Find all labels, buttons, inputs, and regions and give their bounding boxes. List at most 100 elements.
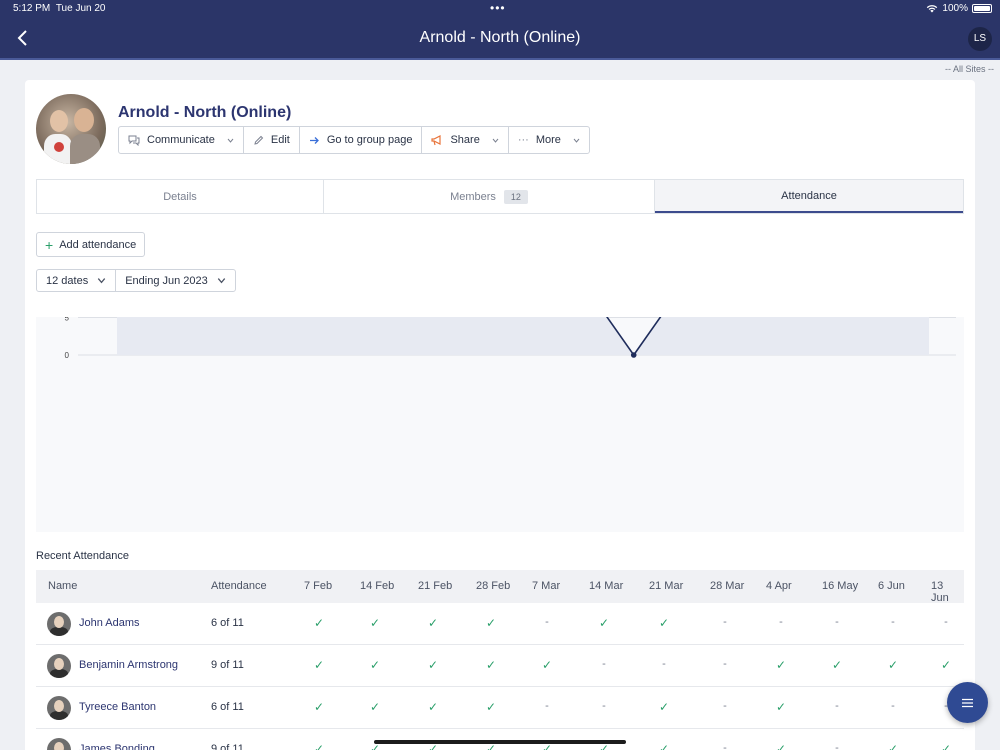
present-check-icon: ✓ <box>831 658 843 672</box>
chevron-down-icon <box>573 138 580 143</box>
user-avatar[interactable]: LS <box>968 27 992 51</box>
tab-members[interactable]: Members 12 <box>324 180 655 213</box>
nav-bar: Arnold - North (Online) LS <box>0 18 1000 60</box>
present-check-icon: ✓ <box>313 742 325 750</box>
status-time: 5:12 PM Tue Jun 20 <box>13 3 106 14</box>
header-attendance: Attendance <box>211 580 267 592</box>
tab-details-label: Details <box>163 190 197 203</box>
edit-button[interactable]: Edit <box>244 127 300 153</box>
tab-attendance[interactable]: Attendance <box>655 180 963 213</box>
recent-attendance-title: Recent Attendance <box>36 550 129 562</box>
pencil-icon <box>254 135 264 145</box>
header-date: 21 Feb <box>418 580 453 592</box>
present-check-icon: ✓ <box>313 658 325 672</box>
tab-attendance-label: Attendance <box>781 189 837 202</box>
absent-dash: - <box>891 616 895 628</box>
present-check-icon: ✓ <box>658 616 670 630</box>
absent-dash: - <box>723 742 727 750</box>
group-photo <box>36 94 106 164</box>
home-indicator[interactable] <box>374 740 626 744</box>
present-check-icon: ✓ <box>658 700 670 714</box>
status-bar: 5:12 PM Tue Jun 20 ••• 100% <box>0 0 1000 18</box>
series-area <box>117 317 929 355</box>
add-attendance-button[interactable]: + Add attendance <box>36 232 146 257</box>
group-actions: Communicate Edit Go to group page Share … <box>118 126 590 154</box>
more-label: More <box>535 134 561 146</box>
present-check-icon: ✓ <box>541 658 553 672</box>
header-date: 28 Feb <box>476 580 511 592</box>
present-check-icon: ✓ <box>427 700 439 714</box>
tab-details[interactable]: Details <box>37 180 324 213</box>
share-button[interactable]: Share <box>422 127 509 153</box>
table-body: John Adams 6 of 11 ✓ ✓ ✓ ✓ - ✓ ✓ - - - - - Benjamin Ar… <box>36 603 964 750</box>
present-check-icon: ✓ <box>658 742 670 750</box>
header-date: 21 Mar <box>649 580 684 592</box>
person-name[interactable]: James Bonding <box>79 743 155 750</box>
attendance-count: 6 of 11 <box>211 701 244 713</box>
header-date: 4 Apr <box>766 580 792 592</box>
present-check-icon: ✓ <box>940 658 952 672</box>
data-point <box>630 352 637 358</box>
chat-icon <box>128 135 140 146</box>
absent-dash: - <box>662 658 666 670</box>
present-check-icon: ✓ <box>940 742 952 750</box>
table-row[interactable]: John Adams 6 of 11 ✓ ✓ ✓ ✓ - ✓ ✓ - - - - - <box>36 603 964 645</box>
present-check-icon: ✓ <box>485 616 497 630</box>
attendance-chart: AttendanceBetween 07-Feb-2023 and 13-Jun… <box>36 317 964 532</box>
person-avatar <box>47 654 71 678</box>
site-selector[interactable]: -- All Sites -- <box>945 64 994 74</box>
present-check-icon: ✓ <box>598 616 610 630</box>
attendance-chart-svg: AttendanceBetween 07-Feb-2023 and 13-Jun… <box>65 317 956 360</box>
communicate-label: Communicate <box>147 134 215 146</box>
absent-dash: - <box>545 616 549 628</box>
present-check-icon: ✓ <box>887 658 899 672</box>
megaphone-icon <box>431 134 442 145</box>
group-name: Arnold - North (Online) <box>118 104 292 121</box>
table-row[interactable]: Tyreece Banton 6 of 11 ✓ ✓ ✓ ✓ - - ✓ - ✓ - - - <box>36 687 964 729</box>
header-name: Name <box>48 580 78 592</box>
group-card: Arnold - North (Online) Communicate Edit… <box>25 80 975 750</box>
absent-dash: - <box>835 616 839 628</box>
go-to-group-page-button[interactable]: Go to group page <box>300 127 423 153</box>
absent-dash: - <box>602 658 606 670</box>
status-right: 100% <box>926 3 992 14</box>
more-button[interactable]: ··· More <box>509 127 589 153</box>
person-name[interactable]: John Adams <box>79 617 140 629</box>
add-attendance-label: Add attendance <box>59 238 137 251</box>
y-tick-label: 0 <box>65 351 70 360</box>
table-row[interactable]: Benjamin Armstrong 9 of 11 ✓ ✓ ✓ ✓ ✓ - - - ✓ ✓ ✓ ✓ <box>36 645 964 687</box>
attendance-filters: 12 dates Ending Jun 2023 <box>36 269 236 292</box>
wifi-icon <box>927 5 938 13</box>
members-count-badge: 12 <box>503 189 528 204</box>
present-check-icon: ✓ <box>775 658 787 672</box>
header-date: 16 May <box>822 580 859 592</box>
share-label: Share <box>450 134 480 146</box>
battery-percent: 100% <box>942 3 968 14</box>
battery-icon <box>972 4 992 13</box>
person-name[interactable]: Benjamin Armstrong <box>79 659 178 671</box>
y-tick-label: 5 <box>65 317 70 323</box>
multitask-dots[interactable]: ••• <box>490 1 506 15</box>
communicate-button[interactable]: Communicate <box>119 127 244 153</box>
header-date: 7 Feb <box>304 580 333 592</box>
menu-fab-button[interactable] <box>947 682 988 723</box>
absent-dash: - <box>779 616 783 628</box>
person-name[interactable]: Tyreece Banton <box>79 701 156 713</box>
ending-month-select[interactable]: Ending Jun 2023 <box>116 270 235 291</box>
tab-members-label: Members <box>450 190 496 203</box>
present-check-icon: ✓ <box>887 742 899 750</box>
ending-month-value: Ending Jun 2023 <box>125 274 208 287</box>
hamburger-icon <box>962 698 973 707</box>
header-date: 14 Mar <box>589 580 624 592</box>
header-date: 7 Mar <box>532 580 561 592</box>
dates-count-select[interactable]: 12 dates <box>37 270 117 291</box>
chevron-down-icon <box>97 278 106 284</box>
attendance-table: Name Attendance 7 Feb 14 Feb 21 Feb 28 Feb 7… <box>36 570 964 750</box>
arrow-right-icon <box>309 136 319 144</box>
header-date: 6 Jun <box>878 580 905 592</box>
page-title: Arnold - North (Online) <box>419 29 581 46</box>
present-check-icon: ✓ <box>313 700 325 714</box>
present-check-icon: ✓ <box>369 658 381 672</box>
present-check-icon: ✓ <box>313 616 325 630</box>
absent-dash: - <box>723 616 727 628</box>
